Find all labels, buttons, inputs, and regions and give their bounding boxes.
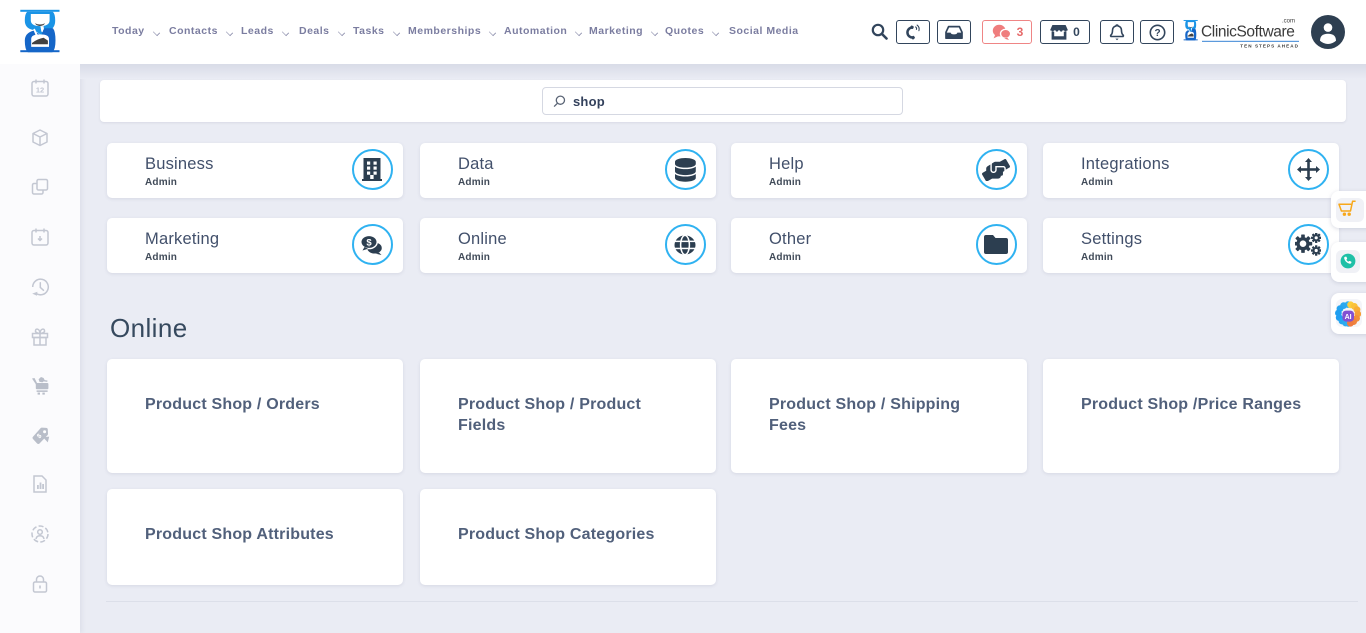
svg-text:AI: AI (1345, 314, 1352, 321)
svg-text:TEN STEPS AHEAD: TEN STEPS AHEAD (1240, 44, 1299, 49)
svg-text:ClinicSoftware: ClinicSoftware (1201, 24, 1294, 41)
svg-text:?: ? (1154, 28, 1160, 39)
svg-text:12: 12 (36, 86, 44, 95)
svg-text:.com: .com (1282, 19, 1295, 25)
svg-text:$: $ (366, 237, 372, 248)
